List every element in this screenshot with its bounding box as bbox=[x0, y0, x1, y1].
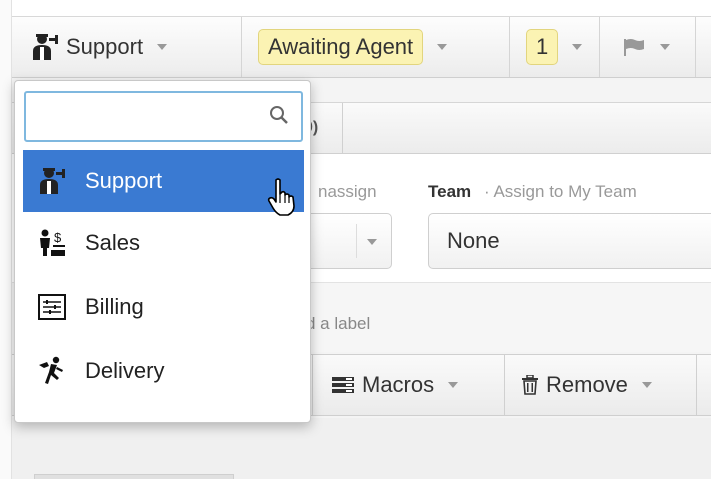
priority-badge: 1 bbox=[526, 29, 559, 65]
add-label-link[interactable]: d a label bbox=[306, 314, 370, 334]
assign-to-my-team-link[interactable]: · Assign to My Team bbox=[484, 182, 637, 202]
hand-cursor-icon bbox=[267, 178, 295, 216]
macros-button[interactable]: Macros bbox=[332, 355, 459, 415]
team-select-value: None bbox=[447, 228, 500, 253]
chevron-down-icon bbox=[367, 239, 377, 245]
trash-icon bbox=[522, 375, 538, 395]
left-edge bbox=[0, 0, 12, 479]
action-divider bbox=[696, 355, 697, 415]
support-agent-icon bbox=[37, 166, 67, 196]
action-divider bbox=[312, 355, 313, 415]
chevron-down-icon bbox=[660, 44, 670, 50]
action-divider bbox=[504, 355, 505, 415]
assign-hint[interactable]: nassign bbox=[318, 182, 377, 202]
status-dropdown[interactable]: Awaiting Agent bbox=[242, 17, 510, 77]
group-option-sales[interactable]: $ Sales bbox=[23, 212, 304, 274]
sales-icon: $ bbox=[37, 228, 67, 258]
macros-icon bbox=[332, 377, 354, 393]
top-gap bbox=[12, 0, 711, 16]
chevron-down-icon bbox=[572, 44, 583, 50]
team-select[interactable]: None bbox=[428, 213, 711, 269]
group-search-input[interactable] bbox=[26, 93, 256, 139]
group-label: Support bbox=[66, 34, 144, 59]
select-divider bbox=[356, 224, 357, 258]
chevron-down-icon bbox=[448, 382, 459, 388]
group-option-label: Sales bbox=[85, 230, 141, 255]
macros-label: Macros bbox=[362, 372, 435, 397]
remove-button[interactable]: Remove bbox=[522, 355, 652, 415]
billing-icon bbox=[37, 292, 67, 322]
delivery-icon bbox=[37, 356, 67, 386]
support-agent-icon bbox=[33, 34, 58, 60]
group-option-label: Support bbox=[85, 168, 163, 193]
group-option-support[interactable]: Support bbox=[23, 150, 304, 212]
chevron-down-icon bbox=[157, 44, 168, 50]
remove-label: Remove bbox=[546, 372, 628, 397]
group-option-label: Delivery bbox=[85, 358, 165, 383]
tab-divider bbox=[342, 103, 343, 155]
group-dropdown[interactable]: Support bbox=[12, 17, 242, 77]
group-option-label: Billing bbox=[85, 294, 144, 319]
group-option-delivery[interactable]: Delivery bbox=[23, 340, 304, 402]
ticket-toolbar: Support Awaiting Agent 1 bbox=[12, 16, 711, 78]
svg-text:$: $ bbox=[54, 230, 62, 245]
flag-dropdown[interactable] bbox=[600, 17, 696, 77]
status-badge: Awaiting Agent bbox=[258, 29, 424, 65]
priority-dropdown[interactable]: 1 bbox=[510, 17, 600, 77]
flag-icon bbox=[624, 39, 644, 56]
group-dropdown-menu: Support $ Sales Billing Delivery bbox=[14, 80, 311, 423]
group-search[interactable] bbox=[24, 91, 303, 142]
search-icon bbox=[270, 106, 288, 124]
chevron-down-icon bbox=[641, 382, 652, 388]
group-option-billing[interactable]: Billing bbox=[23, 276, 304, 338]
chevron-down-icon bbox=[437, 44, 448, 50]
lower-area bbox=[12, 418, 711, 479]
team-title: Team bbox=[428, 182, 472, 201]
lower-tab bbox=[34, 474, 234, 479]
